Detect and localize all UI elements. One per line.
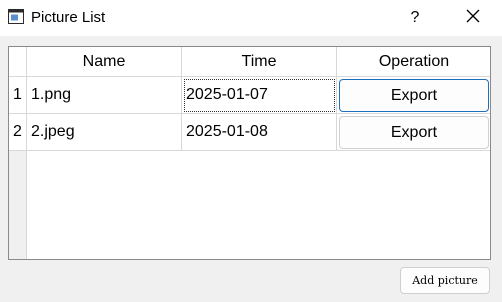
export-button[interactable]: Export (339, 79, 489, 112)
help-button[interactable]: ? (400, 4, 430, 32)
title-bar: Picture List ? (0, 0, 502, 36)
row-header-1[interactable]: 1 (9, 77, 27, 114)
table-corner-button[interactable] (9, 47, 27, 77)
add-picture-button[interactable]: Add picture (400, 267, 490, 294)
window-title: Picture List (31, 9, 106, 26)
picture-list-app-icon (8, 9, 24, 24)
picture-table[interactable]: Name Time Operation 1 1.png 2025-01-07 E… (8, 46, 491, 260)
table-cell-name[interactable]: 2.jpeg (27, 114, 182, 151)
column-header-operation[interactable]: Operation (337, 47, 490, 77)
export-button[interactable]: Export (339, 116, 489, 149)
column-header-name[interactable]: Name (27, 47, 182, 77)
table-cell-time[interactable]: 2025-01-07 (182, 77, 337, 114)
picture-list-window: Picture List ? Name Time Operation 1 1.p… (0, 0, 502, 302)
close-button[interactable] (456, 4, 490, 32)
close-icon (466, 9, 480, 28)
column-header-time[interactable]: Time (182, 47, 337, 77)
table-cell-time[interactable]: 2025-01-08 (182, 114, 337, 151)
table-cell-name[interactable]: 1.png (27, 77, 182, 114)
row-header-2[interactable]: 2 (9, 114, 27, 151)
